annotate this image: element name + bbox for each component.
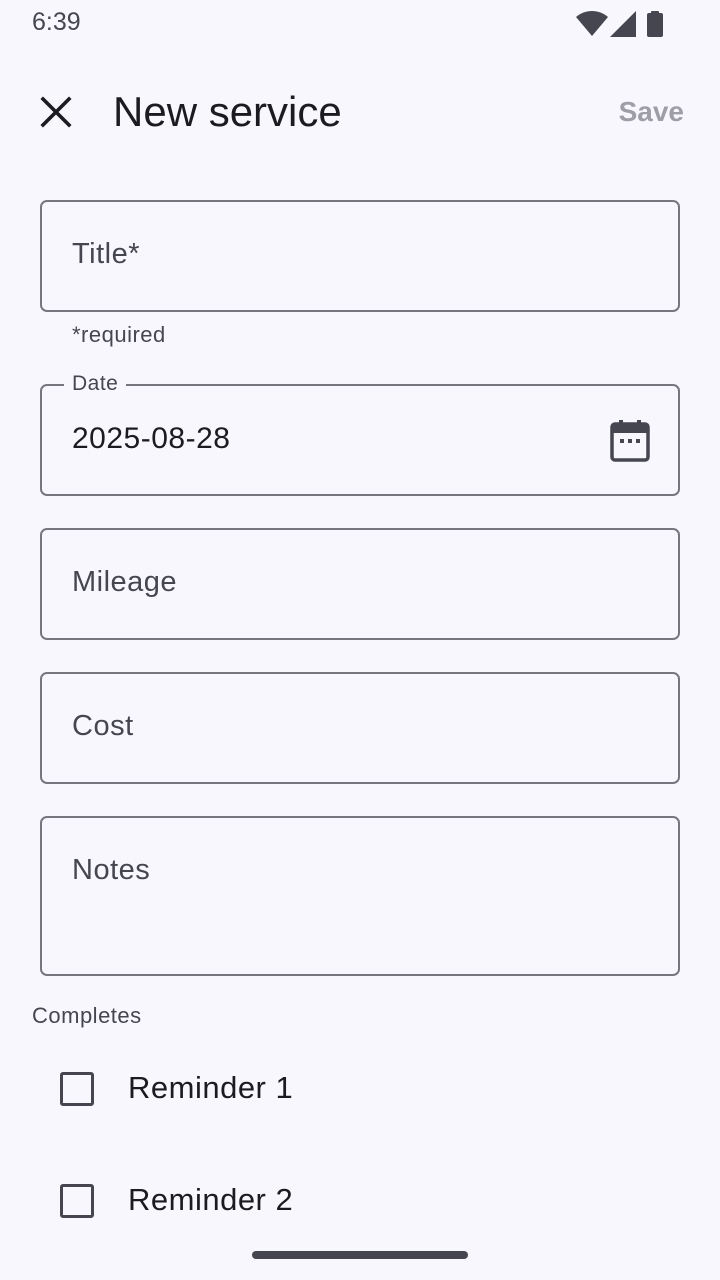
top-app-bar: New service Save (0, 64, 720, 160)
status-bar: 6:39 (0, 0, 720, 48)
page-title: New service (113, 88, 342, 135)
reminder-checkbox[interactable] (60, 1184, 94, 1218)
date-field-label: Date (64, 371, 127, 397)
reminder-label: Reminder 2 (128, 1182, 294, 1217)
wifi-icon (576, 11, 608, 36)
calendar-icon (610, 420, 650, 462)
status-icons (576, 11, 668, 37)
notes-field[interactable]: Notes (40, 816, 680, 976)
gesture-navigation-handle[interactable] (252, 1251, 468, 1259)
reminder-checkbox[interactable] (60, 1072, 94, 1106)
battery-icon (647, 11, 663, 37)
reminder-label: Reminder 1 (128, 1070, 294, 1105)
mileage-field[interactable]: Mileage (40, 528, 680, 640)
cost-field[interactable]: Cost (40, 672, 680, 784)
close-button[interactable] (28, 84, 84, 140)
date-picker-button[interactable] (608, 416, 658, 466)
save-button[interactable]: Save (619, 95, 684, 129)
title-helper-text: *required (72, 322, 166, 347)
close-icon (40, 96, 72, 128)
cost-field-placeholder: Cost (72, 710, 134, 742)
cell-signal-icon (610, 11, 636, 37)
mileage-field-placeholder: Mileage (72, 566, 178, 598)
completes-section-label: Completes (32, 1003, 142, 1028)
date-field-value: 2025-08-28 (72, 422, 231, 455)
title-field[interactable]: Title* (40, 200, 680, 312)
title-field-placeholder: Title* (72, 238, 140, 270)
reminder-row[interactable]: Reminder 1 (56, 1060, 656, 1116)
status-time: 6:39 (32, 8, 81, 36)
date-field[interactable]: Date 2025-08-28 (40, 371, 680, 496)
notes-field-placeholder: Notes (72, 854, 151, 886)
reminder-row[interactable]: Reminder 2 (56, 1172, 656, 1228)
